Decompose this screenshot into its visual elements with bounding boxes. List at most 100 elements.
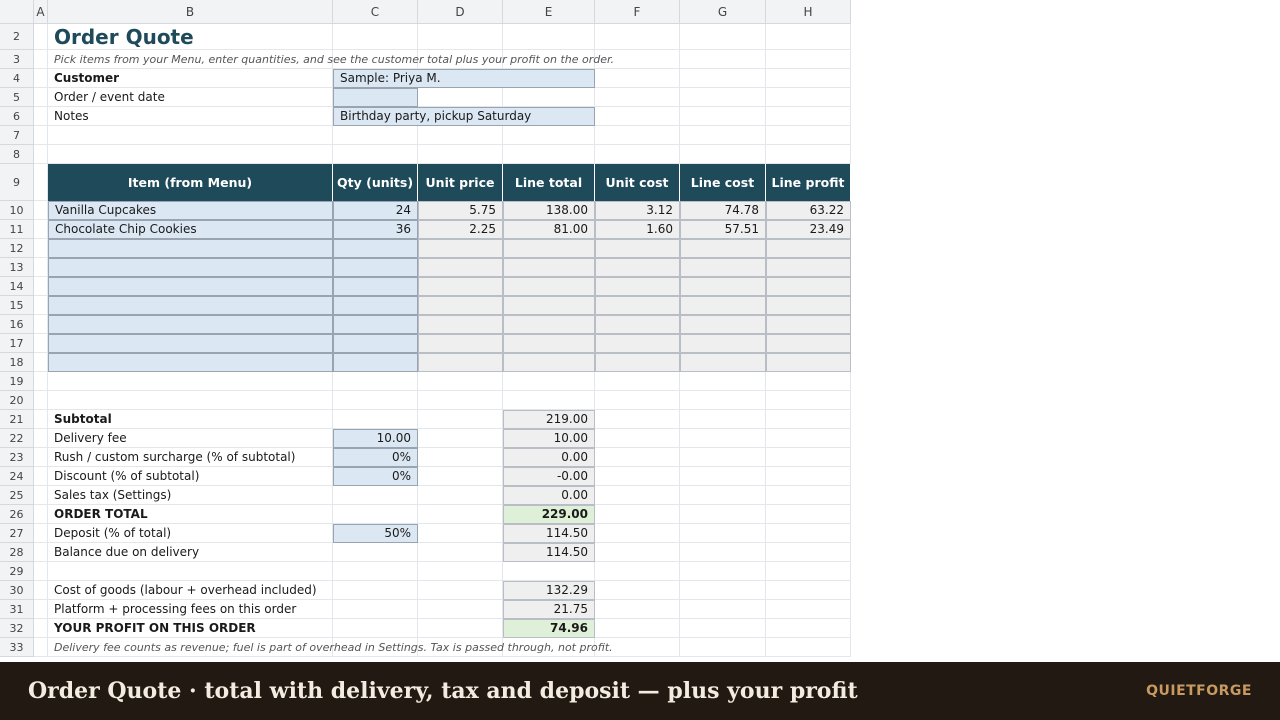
grid-cell[interactable] — [766, 486, 851, 505]
line-value-cell[interactable] — [595, 334, 680, 353]
grid-cell[interactable] — [595, 69, 680, 88]
row-header-22[interactable]: 22 — [0, 429, 34, 448]
grid-cell[interactable] — [34, 353, 48, 372]
column-header-h[interactable]: H — [766, 0, 851, 24]
grid-cell[interactable] — [418, 88, 503, 107]
line-value-cell[interactable] — [595, 258, 680, 277]
row-header-19[interactable]: 19 — [0, 372, 34, 391]
line-value-cell[interactable] — [766, 258, 851, 277]
row-header-27[interactable]: 27 — [0, 524, 34, 543]
grid-cell[interactable] — [418, 145, 503, 164]
column-header-g[interactable]: G — [680, 0, 766, 24]
order-date-input[interactable] — [333, 88, 418, 107]
grid-cell[interactable] — [680, 448, 766, 467]
column-header-d[interactable]: D — [418, 0, 503, 24]
grid-cell[interactable] — [48, 391, 333, 410]
grid-cell[interactable] — [333, 145, 418, 164]
line-value-cell[interactable] — [766, 277, 851, 296]
line-value-cell[interactable]: 63.22 — [766, 201, 851, 220]
grid-cell[interactable] — [503, 391, 595, 410]
grid-cell[interactable] — [766, 145, 851, 164]
row-header-9[interactable]: 9 — [0, 164, 34, 201]
row-header-14[interactable]: 14 — [0, 277, 34, 296]
row-header-4[interactable]: 4 — [0, 69, 34, 88]
row-header-7[interactable]: 7 — [0, 126, 34, 145]
grid-cell[interactable] — [34, 334, 48, 353]
line-value-cell[interactable] — [418, 277, 503, 296]
grid-cell[interactable] — [34, 543, 48, 562]
grid-cell[interactable] — [680, 524, 766, 543]
line-value-cell[interactable] — [418, 353, 503, 372]
grid-cell[interactable] — [595, 429, 680, 448]
line-value-cell[interactable] — [503, 353, 595, 372]
grid-cell[interactable] — [595, 505, 680, 524]
grid-cell[interactable] — [333, 391, 418, 410]
grid-cell[interactable] — [333, 410, 418, 429]
menu-item-select[interactable] — [48, 315, 333, 334]
row-header-2[interactable]: 2 — [0, 24, 34, 50]
notes-input[interactable]: Birthday party, pickup Saturday — [333, 107, 595, 126]
grid-cell[interactable] — [34, 372, 48, 391]
grid-cell[interactable] — [34, 107, 48, 126]
row-header-15[interactable]: 15 — [0, 296, 34, 315]
menu-item-select[interactable] — [48, 239, 333, 258]
grid-cell[interactable] — [34, 600, 48, 619]
grid-cell[interactable] — [680, 619, 766, 638]
qty-input[interactable] — [333, 315, 418, 334]
grid-cell[interactable] — [333, 486, 418, 505]
grid-cell[interactable] — [595, 391, 680, 410]
grid-cell[interactable] — [766, 600, 851, 619]
line-value-cell[interactable] — [766, 296, 851, 315]
line-value-cell[interactable] — [503, 258, 595, 277]
line-value-cell[interactable]: 57.51 — [680, 220, 766, 239]
grid-cell[interactable] — [595, 486, 680, 505]
qty-input[interactable]: 24 — [333, 201, 418, 220]
grid-cell[interactable] — [34, 126, 48, 145]
row-header-18[interactable]: 18 — [0, 353, 34, 372]
grid-cell[interactable] — [680, 505, 766, 524]
qty-input[interactable]: 36 — [333, 220, 418, 239]
grid-cell[interactable] — [418, 429, 503, 448]
grid-cell[interactable] — [766, 107, 851, 126]
qty-input[interactable] — [333, 353, 418, 372]
line-value-cell[interactable]: 138.00 — [503, 201, 595, 220]
grid-cell[interactable] — [766, 524, 851, 543]
grid-cell[interactable] — [680, 126, 766, 145]
grid-cell[interactable] — [418, 372, 503, 391]
row-header-10[interactable]: 10 — [0, 201, 34, 220]
grid-cell[interactable] — [595, 581, 680, 600]
row-header-33[interactable]: 33 — [0, 638, 34, 657]
grid-cell[interactable] — [418, 467, 503, 486]
row-header-30[interactable]: 30 — [0, 581, 34, 600]
grid-cell[interactable] — [34, 50, 48, 69]
grid-cell[interactable] — [766, 581, 851, 600]
line-value-cell[interactable]: 5.75 — [418, 201, 503, 220]
line-value-cell[interactable] — [418, 315, 503, 334]
grid-cell[interactable] — [34, 277, 48, 296]
row-header-8[interactable]: 8 — [0, 145, 34, 164]
grid-cell[interactable] — [34, 220, 48, 239]
line-value-cell[interactable]: 1.60 — [595, 220, 680, 239]
grid-cell[interactable] — [680, 69, 766, 88]
grid-cell[interactable] — [34, 619, 48, 638]
discount-input[interactable]: 0% — [333, 467, 418, 486]
line-value-cell[interactable] — [595, 277, 680, 296]
grid-cell[interactable] — [595, 524, 680, 543]
grid-cell[interactable] — [766, 126, 851, 145]
grid-cell[interactable] — [595, 467, 680, 486]
row-header-11[interactable]: 11 — [0, 220, 34, 239]
row-header-20[interactable]: 20 — [0, 391, 34, 410]
row-header-16[interactable]: 16 — [0, 315, 34, 334]
line-value-cell[interactable] — [766, 334, 851, 353]
grid-cell[interactable] — [333, 126, 418, 145]
grid-cell[interactable] — [680, 145, 766, 164]
grid-cell[interactable] — [34, 467, 48, 486]
qty-input[interactable] — [333, 334, 418, 353]
line-value-cell[interactable] — [418, 296, 503, 315]
grid-cell[interactable] — [680, 391, 766, 410]
grid-cell[interactable] — [34, 201, 48, 220]
grid-cell[interactable] — [34, 258, 48, 277]
grid-cell[interactable] — [34, 296, 48, 315]
column-header-f[interactable]: F — [595, 0, 680, 24]
grid-cell[interactable] — [595, 562, 680, 581]
